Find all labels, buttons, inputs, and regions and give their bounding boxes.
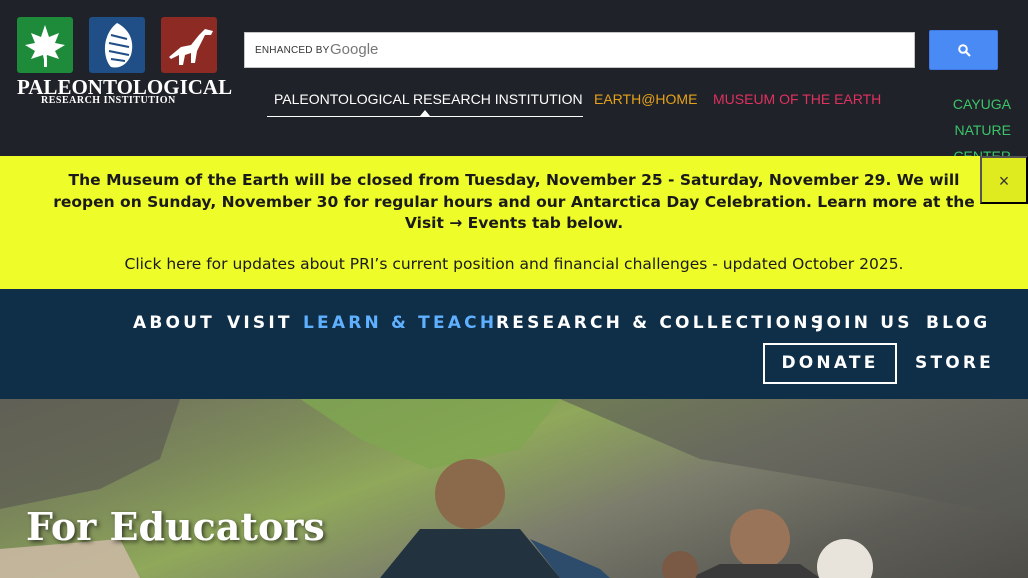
nav-item-blog[interactable]: BLOG	[926, 313, 990, 333]
nav-item-about[interactable]: ABOUT	[133, 313, 215, 333]
nav-item-visit[interactable]: VISIT	[227, 313, 293, 333]
pri-logo[interactable]: PALEONTOLOGICAL RESEARCH INSTITUTION	[17, 17, 232, 106]
hero-title: For Educators	[26, 504, 325, 549]
active-site-caret-icon	[420, 110, 430, 116]
nav-item-learn-and-teach[interactable]: LEARN & TEACH	[303, 313, 497, 333]
search-box: ENHANCED BY Google	[244, 32, 915, 68]
alert-update-link[interactable]: Click here for updates about PRI’s curre…	[46, 254, 982, 274]
nav-item-store[interactable]: STORE	[915, 353, 994, 373]
main-nav: ABOUT VISIT LEARN & TEACH RESEARCH & COL…	[0, 289, 1028, 399]
alert-close-button[interactable]: ×	[980, 156, 1028, 204]
shell-icon	[89, 17, 145, 73]
search-icon	[958, 44, 971, 57]
nav-item-join-us[interactable]: JOIN US	[817, 313, 913, 333]
dinosaur-icon	[161, 17, 217, 73]
hero-banner: For Educators	[0, 399, 1028, 578]
hero-photo	[0, 399, 1028, 578]
logo-subtitle: RESEARCH INSTITUTION	[41, 95, 176, 106]
search-button[interactable]	[929, 30, 998, 70]
site-link-earth-at-home[interactable]: EARTH@HOME	[594, 91, 697, 107]
donate-button[interactable]: DONATE	[763, 343, 897, 384]
search-input[interactable]	[245, 33, 914, 67]
alert-message: The Museum of the Earth will be closed f…	[53, 171, 975, 232]
active-site-underline	[267, 116, 583, 117]
nav-item-research-and-collections[interactable]: RESEARCH & COLLECTIONS	[496, 313, 826, 333]
maple-leaf-icon	[17, 17, 73, 73]
top-header: PALEONTOLOGICAL RESEARCH INSTITUTION ENH…	[0, 0, 1028, 164]
site-link-pri[interactable]: PALEONTOLOGICAL RESEARCH INSTITUTION	[274, 91, 583, 107]
closure-alert-banner: The Museum of the Earth will be closed f…	[0, 156, 1028, 289]
site-link-museum-of-the-earth[interactable]: MUSEUM OF THE EARTH	[713, 91, 881, 107]
